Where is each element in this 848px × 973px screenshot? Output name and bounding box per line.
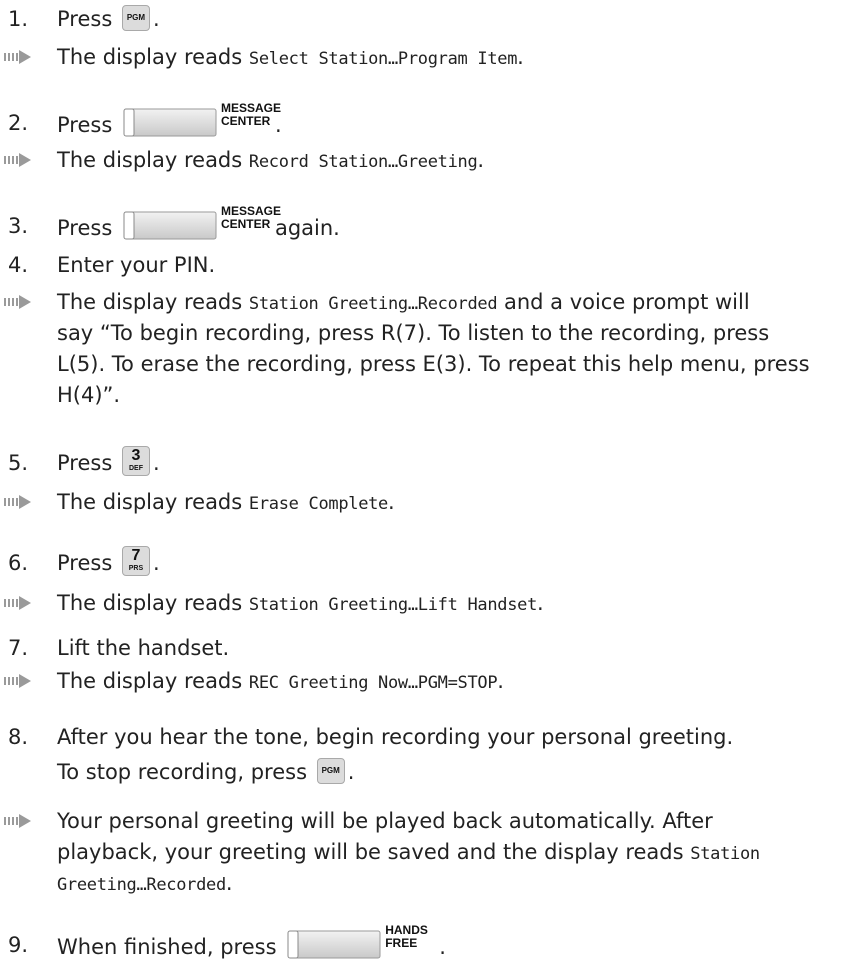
result-text-post: . bbox=[225, 871, 233, 895]
step-text: Press MESSAGE CENTER . bbox=[57, 102, 282, 144]
result-arrow-icon bbox=[4, 50, 31, 64]
voice-prompt-text: say “To begin recording, press R(7). To … bbox=[57, 321, 770, 345]
step-text: When finished, press HANDS FREE . bbox=[57, 924, 446, 966]
result-text: The display reads Record Station…Greetin… bbox=[57, 145, 484, 177]
step-text-post: . bbox=[347, 760, 355, 784]
step-text: To stop recording, press PGM. bbox=[57, 757, 354, 787]
result-text-post: . bbox=[497, 669, 504, 693]
step-text: Press 7 PRS. bbox=[57, 546, 160, 579]
result-text-pre: The display reads bbox=[57, 148, 243, 172]
result-text: The display reads Erase Complete. bbox=[57, 487, 395, 519]
step-text: Press MESSAGE CENTER again. bbox=[57, 205, 340, 247]
result-text-post: . bbox=[517, 45, 524, 69]
result-arrow-icon bbox=[4, 596, 31, 610]
step-text-pre: Press bbox=[57, 113, 113, 137]
result-text-pre: The display reads bbox=[57, 591, 243, 615]
result-text-post: . bbox=[477, 148, 485, 172]
pgm-key-icon: PGM bbox=[121, 5, 150, 31]
result-text-pre: playback, your greeting will be saved an… bbox=[57, 840, 684, 864]
step-text: Enter your PIN. bbox=[57, 253, 216, 277]
step-text-pre: When finished, press bbox=[57, 935, 277, 959]
key-label: HANDS FREE bbox=[385, 923, 428, 950]
step-text: Press 3 DEF. bbox=[57, 446, 160, 479]
step-number: 1. bbox=[8, 7, 29, 31]
step-number: 8. bbox=[8, 725, 29, 749]
message-center-key-icon: MESSAGE CENTER bbox=[122, 102, 281, 138]
key-label: MESSAGE CENTER bbox=[220, 101, 281, 128]
display-text: Station bbox=[690, 844, 760, 864]
step-text-post: . bbox=[152, 551, 160, 575]
key-label: MESSAGE CENTER bbox=[220, 204, 281, 231]
step-text: After you hear the tone, begin recording… bbox=[57, 725, 734, 749]
pgm-key-icon: PGM bbox=[316, 758, 345, 784]
result-text: The display reads Station Greeting…Recor… bbox=[57, 287, 750, 319]
step-text-pre: To stop recording, press bbox=[57, 760, 308, 784]
result-text: The display reads REC Greeting Now…PGM=S… bbox=[57, 666, 504, 698]
step-text-post: . bbox=[152, 451, 160, 475]
result-text-pre: The display reads bbox=[57, 45, 243, 69]
step-number: 3. bbox=[8, 214, 29, 238]
digit-3-key-icon: 3 DEF bbox=[121, 446, 150, 476]
step-number: 6. bbox=[8, 551, 29, 575]
result-text-pre: The display reads bbox=[57, 669, 243, 693]
result-text-pre: The display reads bbox=[57, 490, 243, 514]
step-text: Press PGM. bbox=[57, 4, 160, 34]
step-text-pre: Press bbox=[57, 216, 113, 240]
result-arrow-icon bbox=[4, 153, 31, 167]
display-text: Greeting…Recorded bbox=[57, 875, 226, 895]
step-text: Lift the handset. bbox=[57, 636, 230, 660]
result-text: Your personal greeting will be played ba… bbox=[57, 809, 713, 833]
voice-prompt-text: L(5). To erase the recording, press E(3)… bbox=[57, 352, 810, 376]
display-text: REC Greeting Now…PGM=STOP bbox=[248, 673, 498, 693]
result-text: playback, your greeting will be saved an… bbox=[57, 837, 760, 869]
display-text: Erase Complete bbox=[248, 494, 388, 514]
display-text: Station Greeting…Recorded bbox=[248, 294, 498, 314]
display-text: Station Greeting…Lift Handset bbox=[248, 595, 538, 615]
result-text-post: and a voice prompt will bbox=[503, 290, 750, 314]
result-arrow-icon bbox=[4, 495, 31, 509]
result-arrow-icon bbox=[4, 674, 31, 688]
result-text-pre: The display reads bbox=[57, 290, 243, 314]
step-text-post: again. bbox=[274, 216, 340, 240]
step-number: 4. bbox=[8, 253, 29, 277]
digit-7-key-icon: 7 PRS bbox=[121, 546, 150, 576]
instructions-page: 1. Press PGM. The display reads Select S… bbox=[0, 0, 848, 973]
result-text-post: . bbox=[537, 591, 544, 615]
display-text: Record Station…Greeting bbox=[248, 152, 478, 172]
result-arrow-icon bbox=[4, 814, 31, 828]
result-text: The display reads Select Station…Program… bbox=[57, 42, 524, 74]
step-number: 7. bbox=[8, 636, 29, 660]
step-text-pre: Press bbox=[57, 551, 113, 575]
step-text-post: . bbox=[152, 7, 160, 31]
step-text-pre: Press bbox=[57, 451, 113, 475]
voice-prompt-text: H(4)”. bbox=[57, 383, 121, 407]
step-number: 9. bbox=[8, 933, 29, 957]
result-text: Greeting…Recorded. bbox=[57, 868, 233, 900]
step-text-post: . bbox=[439, 935, 446, 959]
step-text-pre: Press bbox=[57, 7, 113, 31]
step-number: 2. bbox=[8, 111, 29, 135]
result-text: The display reads Station Greeting…Lift … bbox=[57, 588, 544, 620]
message-center-key-icon: MESSAGE CENTER bbox=[122, 205, 281, 241]
display-text: Select Station…Program Item bbox=[248, 49, 518, 69]
result-arrow-icon bbox=[4, 295, 31, 309]
hands-free-key-icon: HANDS FREE bbox=[286, 924, 436, 960]
step-number: 5. bbox=[8, 451, 29, 475]
result-text-post: . bbox=[388, 490, 395, 514]
